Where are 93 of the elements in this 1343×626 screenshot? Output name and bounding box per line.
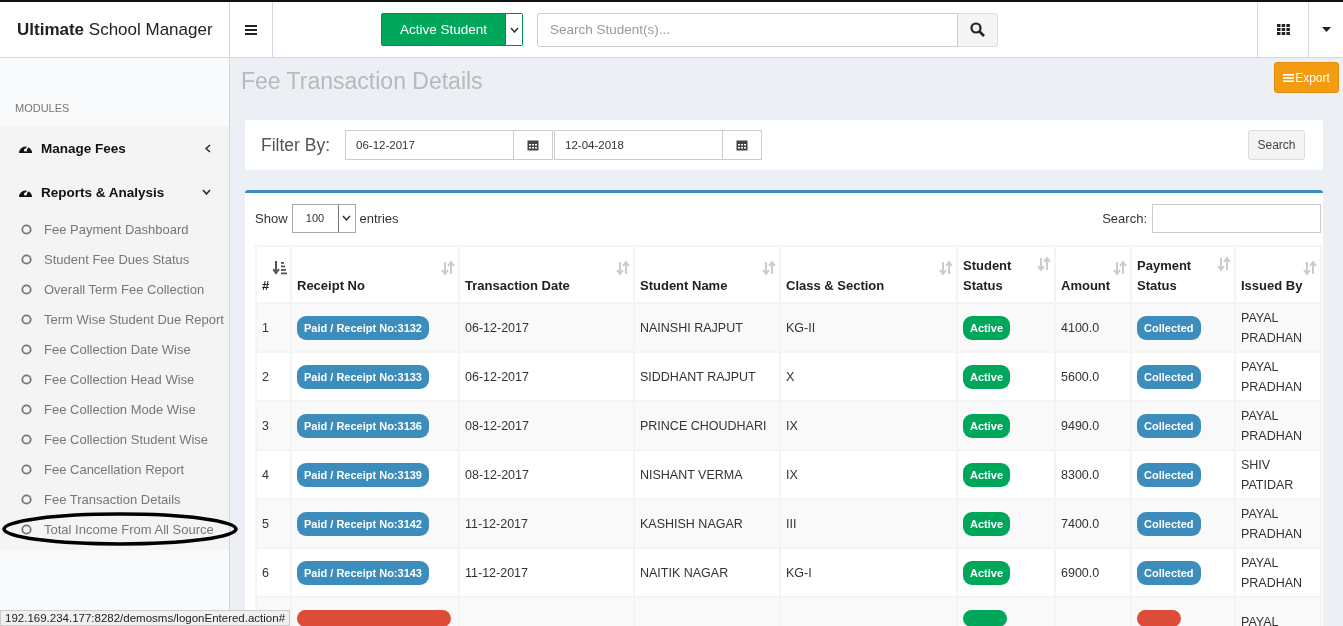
- receipt-badge[interactable]: Paid / Receipt No:3142: [297, 511, 429, 536]
- status-badge: Active: [963, 413, 1011, 438]
- circle-icon: [21, 403, 32, 415]
- status-badge: Collected: [1137, 413, 1201, 438]
- app-title: Ultimate School Manager: [17, 19, 213, 40]
- circle-icon: [21, 313, 32, 325]
- receipt-badge[interactable]: Paid / Receipt No:3143: [297, 560, 429, 585]
- menu-item[interactable]: Student Fee Dues Status: [0, 244, 229, 274]
- circle-icon: [21, 523, 32, 535]
- table-cell: 5: [256, 499, 291, 548]
- table-cell: III: [780, 499, 957, 548]
- circle-icon: [21, 433, 32, 445]
- search-button[interactable]: Search: [1248, 130, 1305, 160]
- student-filter-label: Active Student: [398, 21, 489, 39]
- column-header[interactable]: #: [256, 246, 291, 303]
- to-date-field[interactable]: 12-04-2018: [554, 130, 724, 160]
- menu-item[interactable]: Fee Collection Head Wise: [0, 364, 229, 394]
- search-button[interactable]: [958, 12, 998, 47]
- caret-icon: [509, 26, 519, 33]
- page-title: Fee Transaction Details: [241, 68, 483, 95]
- table-cell: PAYAL PRADHAN: [1235, 499, 1321, 548]
- menu-item[interactable]: Fee Collection Date Wise: [0, 334, 229, 364]
- calendar-button[interactable]: [514, 130, 554, 160]
- circle-icon: [21, 253, 32, 265]
- table-cell: 7400.0: [1055, 499, 1131, 548]
- export-button[interactable]: Export: [1274, 62, 1339, 93]
- menu-item[interactable]: Term Wise Student Due Report: [0, 304, 229, 334]
- menu-group[interactable]: Manage Fees: [0, 126, 229, 170]
- table-cell: NAINSHI RAJPUT: [634, 303, 780, 352]
- table-cell: 11-12-2017: [459, 499, 634, 548]
- menu-item[interactable]: Fee Payment Dashboard: [0, 214, 229, 244]
- status-badge: Active: [963, 560, 1011, 585]
- caret-icon: [342, 215, 352, 221]
- table-cell: 1: [256, 303, 291, 352]
- circle-icon: [21, 463, 32, 475]
- status-badge: Active: [963, 462, 1011, 487]
- calendar-button[interactable]: [723, 130, 763, 160]
- filter-label: Filter By:: [261, 134, 331, 156]
- circle-icon: [21, 343, 32, 355]
- menu-item[interactable]: Overall Term Fee Collection: [0, 274, 229, 304]
- grid-icon: [1276, 24, 1290, 35]
- show-label: Show: [255, 210, 288, 226]
- table-cell: 3: [256, 401, 291, 450]
- menu-item[interactable]: Fee Collection Student Wise: [0, 424, 229, 454]
- search-icon: [970, 22, 985, 37]
- table-cell: KASHISH NAGAR: [634, 499, 780, 548]
- circle-icon: [21, 283, 32, 295]
- receipt-badge[interactable]: Paid / Receipt No:3139: [297, 462, 429, 487]
- status-badge: Active: [963, 315, 1011, 340]
- circle-icon: [21, 223, 32, 235]
- status-badge: Active: [963, 364, 1011, 389]
- table-cell: 4100.0: [1055, 303, 1131, 352]
- status-badge: Collected: [1137, 560, 1201, 585]
- menu-item[interactable]: Fee Collection Mode Wise: [0, 394, 229, 424]
- chevron-left-icon: [205, 143, 211, 153]
- table-cell: 06-12-2017: [459, 303, 634, 352]
- status-badge: Collected: [1137, 364, 1201, 389]
- menu-item[interactable]: Fee Cancellation Report: [0, 454, 229, 484]
- circle-icon: [21, 373, 32, 385]
- page-size-select[interactable]: 100: [291, 203, 356, 233]
- table-cell: KG-II: [780, 303, 957, 352]
- table-cell: PAYAL: [1235, 597, 1321, 626]
- menu-item[interactable]: Total Income From All Source: [0, 514, 229, 544]
- receipt-badge[interactable]: Paid / Receipt No:3136: [297, 413, 429, 438]
- menu-icon: [1283, 73, 1295, 82]
- table-cell: PRINCE CHOUDHARI: [634, 401, 780, 450]
- entries-label: entries: [359, 210, 399, 226]
- table-search-field[interactable]: [1152, 203, 1321, 233]
- receipt-badge[interactable]: Paid / Receipt No:3133: [297, 364, 429, 389]
- caret-icon: [1321, 27, 1331, 32]
- circle-icon: [21, 493, 32, 505]
- search-label: Search:: [1102, 210, 1147, 226]
- chevron-down-icon: [202, 189, 211, 195]
- menu-item[interactable]: Fee Transaction Details: [0, 484, 229, 514]
- table-cell: 9490.0: [1055, 401, 1131, 450]
- status-badge: Collected: [1137, 511, 1201, 536]
- status-badge: Collected: [1137, 462, 1201, 487]
- student-search-field[interactable]: Search Student(s)...: [537, 12, 958, 47]
- calendar-icon: [527, 139, 540, 151]
- menu-group[interactable]: Reports & Analysis: [0, 170, 229, 214]
- table-cell: PAYAL PRADHAN: [1235, 401, 1321, 450]
- table-cell: 08-12-2017: [459, 401, 634, 450]
- table-cell: IX: [780, 401, 957, 450]
- status-badge: Active: [963, 511, 1011, 536]
- status-badge: Collected: [1137, 315, 1201, 340]
- from-date-field[interactable]: 06-12-2017: [345, 130, 515, 160]
- menu-icon: [245, 24, 257, 35]
- table-cell: PAYAL PRADHAN: [1235, 303, 1321, 352]
- receipt-badge[interactable]: Paid / Receipt No:3132: [297, 315, 429, 340]
- section-heading: MODULES: [14, 101, 71, 116]
- calendar-icon: [736, 139, 749, 151]
- student-filter-dropdown[interactable]: Active Student: [381, 13, 523, 46]
- status-url: 192.169.234.177:8282/demosms/logonEntered.action#: [0, 610, 291, 626]
